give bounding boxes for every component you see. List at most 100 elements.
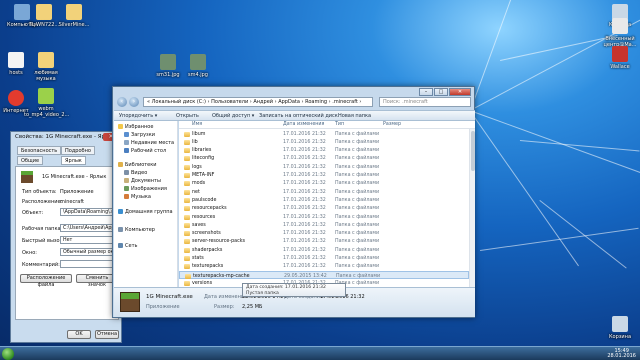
file-date: 17.01.2016 21:32 xyxy=(283,139,326,145)
desktop-icon-recycle-bin-bottom[interactable]: Корзина xyxy=(598,316,640,340)
nav-documents[interactable]: Документы xyxy=(124,178,161,184)
file-row[interactable]: texturepacks 17.01.2016 21:32 Папка с файл… xyxy=(179,263,469,271)
desktop-icon-silvermine[interactable]: SilverMine... xyxy=(52,4,96,28)
column-name[interactable]: Имя xyxy=(192,122,202,127)
nav-downloads[interactable]: Загрузки xyxy=(124,132,155,138)
file-row[interactable]: libraries 17.01.2016 21:32 Папка с файлами xyxy=(179,147,469,155)
file-row[interactable]: saves 17.01.2016 21:32 Папка с файлами xyxy=(179,221,469,229)
nav-music[interactable]: Музыка xyxy=(124,194,151,200)
target-input[interactable]: \AppData\Roaming\.mine xyxy=(60,208,118,216)
column-header: Имя Дата изменения Тип Размер xyxy=(179,121,475,129)
file-name: resources xyxy=(192,214,216,220)
file-type: Папка с файлами xyxy=(335,139,380,145)
nav-pictures[interactable]: Изображения xyxy=(124,186,167,192)
file-date: 17.01.2016 21:32 xyxy=(283,189,326,195)
open-file-location-button[interactable]: Расположение файла xyxy=(20,274,72,288)
file-date: 17.01.2016 21:32 xyxy=(283,173,326,178)
folder-icon xyxy=(185,273,191,279)
nav-desktop[interactable]: Рабочий стол xyxy=(124,148,166,154)
file-row[interactable]: libum 17.01.2016 21:32 Папка с файлами xyxy=(179,130,469,138)
nav-video[interactable]: Видео xyxy=(124,170,147,176)
column-date[interactable]: Дата изменения xyxy=(283,122,324,127)
file-name: liteconfig xyxy=(192,156,215,162)
burn-button[interactable]: Записать на оптический диск xyxy=(259,113,338,119)
field-label: Рабочая папка: xyxy=(22,226,63,232)
file-name: stats xyxy=(192,256,204,261)
search-input[interactable]: Поиск: .minecraft xyxy=(379,97,471,107)
nav-computer[interactable]: Компьютер xyxy=(118,227,155,233)
file-row[interactable]: logs 17.01.2016 21:32 Папка с файлами xyxy=(179,163,469,171)
scrollbar-thumb[interactable] xyxy=(471,131,475,171)
desktop-icon-webm[interactable]: webm to_mp4_video_2... xyxy=(24,88,69,118)
field-value: Приложение xyxy=(60,189,94,195)
minecraft-icon xyxy=(21,171,33,183)
window-select[interactable]: Обычный размер окна xyxy=(60,248,118,256)
file-row[interactable]: stats 17.01.2016 21:32 Папка с файлами xyxy=(179,255,469,263)
file-row[interactable]: resources 17.01.2016 21:32 Папка с файлами xyxy=(179,213,469,221)
share-button[interactable]: Общий доступ ▾ xyxy=(212,113,254,119)
column-type[interactable]: Тип xyxy=(335,122,344,127)
ok-button[interactable]: OK xyxy=(67,330,91,339)
field-value: minecraft xyxy=(60,199,85,205)
desktop-icon-sm4[interactable]: sm4.jpg xyxy=(176,54,220,78)
file-row[interactable]: resourcepacks 17.01.2016 21:32 Папка с фай… xyxy=(179,205,469,213)
computer-icon xyxy=(118,227,123,232)
open-button[interactable]: Открыть xyxy=(176,113,199,119)
close-icon[interactable]: ✕ xyxy=(449,88,471,96)
file-row[interactable]: net 17.01.2016 21:32 Папка с файлами xyxy=(179,188,469,196)
tab-general[interactable]: Общие xyxy=(17,156,44,165)
working-folder-input[interactable]: C:\Users\Андрей\AppDa xyxy=(60,224,118,232)
file-row[interactable]: lib 17.01.2016 21:32 Папка с файлами xyxy=(179,138,469,146)
start-button[interactable] xyxy=(2,348,14,360)
folder-icon xyxy=(184,280,190,286)
hotkey-input[interactable]: Нет xyxy=(60,236,118,244)
address-bar[interactable]: « Локальный диск (C:) › Пользователи › А… xyxy=(143,97,373,107)
nav-network[interactable]: Сеть xyxy=(118,243,137,249)
file-row[interactable]: paulscode 17.01.2016 21:32 Папка с файлами xyxy=(179,196,469,204)
shortcut-name: 1G Minecraft.exe - Ярлык xyxy=(42,174,107,180)
new-folder-button[interactable]: Новая папка xyxy=(338,113,371,119)
properties-title-bar[interactable]: Свойства: 1G Minecraft.exe - Ярлык ✕ xyxy=(11,132,121,143)
nav-libraries[interactable]: Библиотеки xyxy=(118,162,157,168)
cancel-button[interactable]: Отмена xyxy=(95,330,119,339)
file-type: Папка с файлами xyxy=(335,214,380,220)
file-list: Имя Дата изменения Тип Размер libum 17.01… xyxy=(179,121,475,287)
vertical-scrollbar[interactable] xyxy=(469,129,475,287)
desktop-icon-wallace[interactable]: Wallace xyxy=(598,46,640,70)
file-row[interactable]: mods 17.01.2016 21:32 Папка с файлами xyxy=(179,180,469,188)
organize-button[interactable]: Упорядочить ▾ xyxy=(119,113,157,119)
crack-line xyxy=(539,200,627,269)
file-row[interactable]: liteconfig 17.01.2016 21:32 Папка с файлам… xyxy=(179,155,469,163)
field-label: Быстрый вызов: xyxy=(22,238,65,244)
minimize-icon[interactable]: – xyxy=(419,88,433,96)
file-type: Папка с файлами xyxy=(335,222,380,228)
maximize-icon[interactable]: □ xyxy=(434,88,448,96)
file-row[interactable]: screenshots 17.01.2016 21:32 Папка с файла… xyxy=(179,230,469,238)
clock[interactable]: 15:49 28.01.2016 xyxy=(607,349,636,359)
desktop-icon-center[interactable]: Внесенный центр@Ма... xyxy=(598,18,640,48)
folder-icon xyxy=(184,156,190,162)
tab-details[interactable]: Подробно xyxy=(61,146,95,155)
file-name: mods xyxy=(192,181,206,187)
folder-icon xyxy=(184,164,190,170)
back-icon[interactable]: ‹ xyxy=(117,97,127,107)
column-size[interactable]: Размер xyxy=(383,122,401,127)
file-row[interactable]: server-resource-packs 17.01.2016 21:32 Пап… xyxy=(179,238,469,246)
desktop-icon xyxy=(124,148,129,153)
comment-input[interactable] xyxy=(60,260,118,268)
nav-homegroup[interactable]: Домашняя группа xyxy=(118,209,173,215)
file-name: saves xyxy=(192,222,206,228)
file-name: resourcepacks xyxy=(192,206,227,212)
nav-favorites[interactable]: Избранное xyxy=(118,124,153,130)
tab-shortcut[interactable]: Ярлык xyxy=(61,156,86,165)
details-kind: Приложение xyxy=(146,304,180,310)
file-row[interactable]: texturepacks-mp-cache 29.05.2015 13:42 Пап… xyxy=(179,271,469,280)
desktop-icon-music[interactable]: любимая музыка xyxy=(24,52,68,82)
file-row[interactable]: META-INF 17.01.2016 21:32 Папка с файлами xyxy=(179,172,469,180)
tab-security[interactable]: Безопасность xyxy=(17,146,62,155)
forward-icon[interactable]: › xyxy=(129,97,139,107)
file-row[interactable]: shaderpacks 17.01.2016 21:32 Папка с файла… xyxy=(179,246,469,254)
nav-recent[interactable]: Недавние места xyxy=(124,140,174,146)
file-date: 17.01.2016 21:32 xyxy=(283,264,326,270)
converter-icon xyxy=(38,88,54,104)
